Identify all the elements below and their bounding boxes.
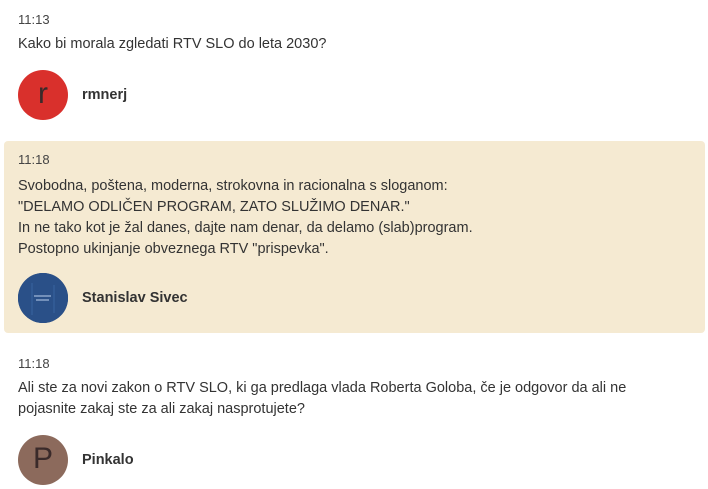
author-name[interactable]: Stanislav Sivec [82, 290, 188, 306]
comment-time: 11:13 [18, 12, 50, 27]
comment-item-highlighted: 11:18 Svobodna, poštena, moderna, stroko… [4, 141, 705, 333]
comment-author[interactable]: P Pinkalo [18, 435, 134, 485]
comment-text-line: Postopno ukinjanje obveznega RTV "prispe… [18, 241, 329, 257]
comment-text: Svobodna, poštena, moderna, strokovna in… [18, 176, 691, 260]
profile-photo-icon [18, 273, 68, 323]
comment-feed: 11:13 Kako bi morala zgledati RTV SLO do… [0, 0, 708, 489]
comment-text-line: pojasnite zakaj ste za ali zakaj nasprot… [18, 401, 305, 417]
comment-item: 11:13 Kako bi morala zgledati RTV SLO do… [4, 0, 705, 130]
comment-text-line: In ne tako kot je žal danes, dajte nam d… [18, 220, 473, 236]
comment-time: 11:18 [18, 152, 50, 167]
avatar[interactable] [18, 273, 68, 323]
comment-item: 11:18 Ali ste za novi zakon o RTV SLO, k… [4, 344, 705, 489]
comment-text: Ali ste za novi zakon o RTV SLO, ki ga p… [18, 378, 691, 420]
avatar[interactable]: r [18, 70, 68, 120]
comment-author[interactable]: r rmnerj [18, 70, 127, 120]
comment-text-line: Kako bi morala zgledati RTV SLO do leta … [18, 36, 327, 52]
avatar[interactable]: P [18, 435, 68, 485]
comment-text-line: "DELAMO ODLIČEN PROGRAM, ZATO SLUŽIMO DE… [18, 199, 410, 215]
avatar-letter: r [38, 76, 48, 110]
comment-text: Kako bi morala zgledati RTV SLO do leta … [18, 34, 691, 55]
comment-text-line: Ali ste za novi zakon o RTV SLO, ki ga p… [18, 380, 627, 396]
avatar-letter: P [32, 441, 53, 475]
comment-time: 11:18 [18, 356, 50, 371]
comment-author[interactable]: Stanislav Sivec [18, 273, 188, 323]
author-name[interactable]: Pinkalo [82, 452, 134, 468]
comment-text-line: Svobodna, poštena, moderna, strokovna in… [18, 178, 448, 194]
author-name[interactable]: rmnerj [82, 87, 127, 103]
